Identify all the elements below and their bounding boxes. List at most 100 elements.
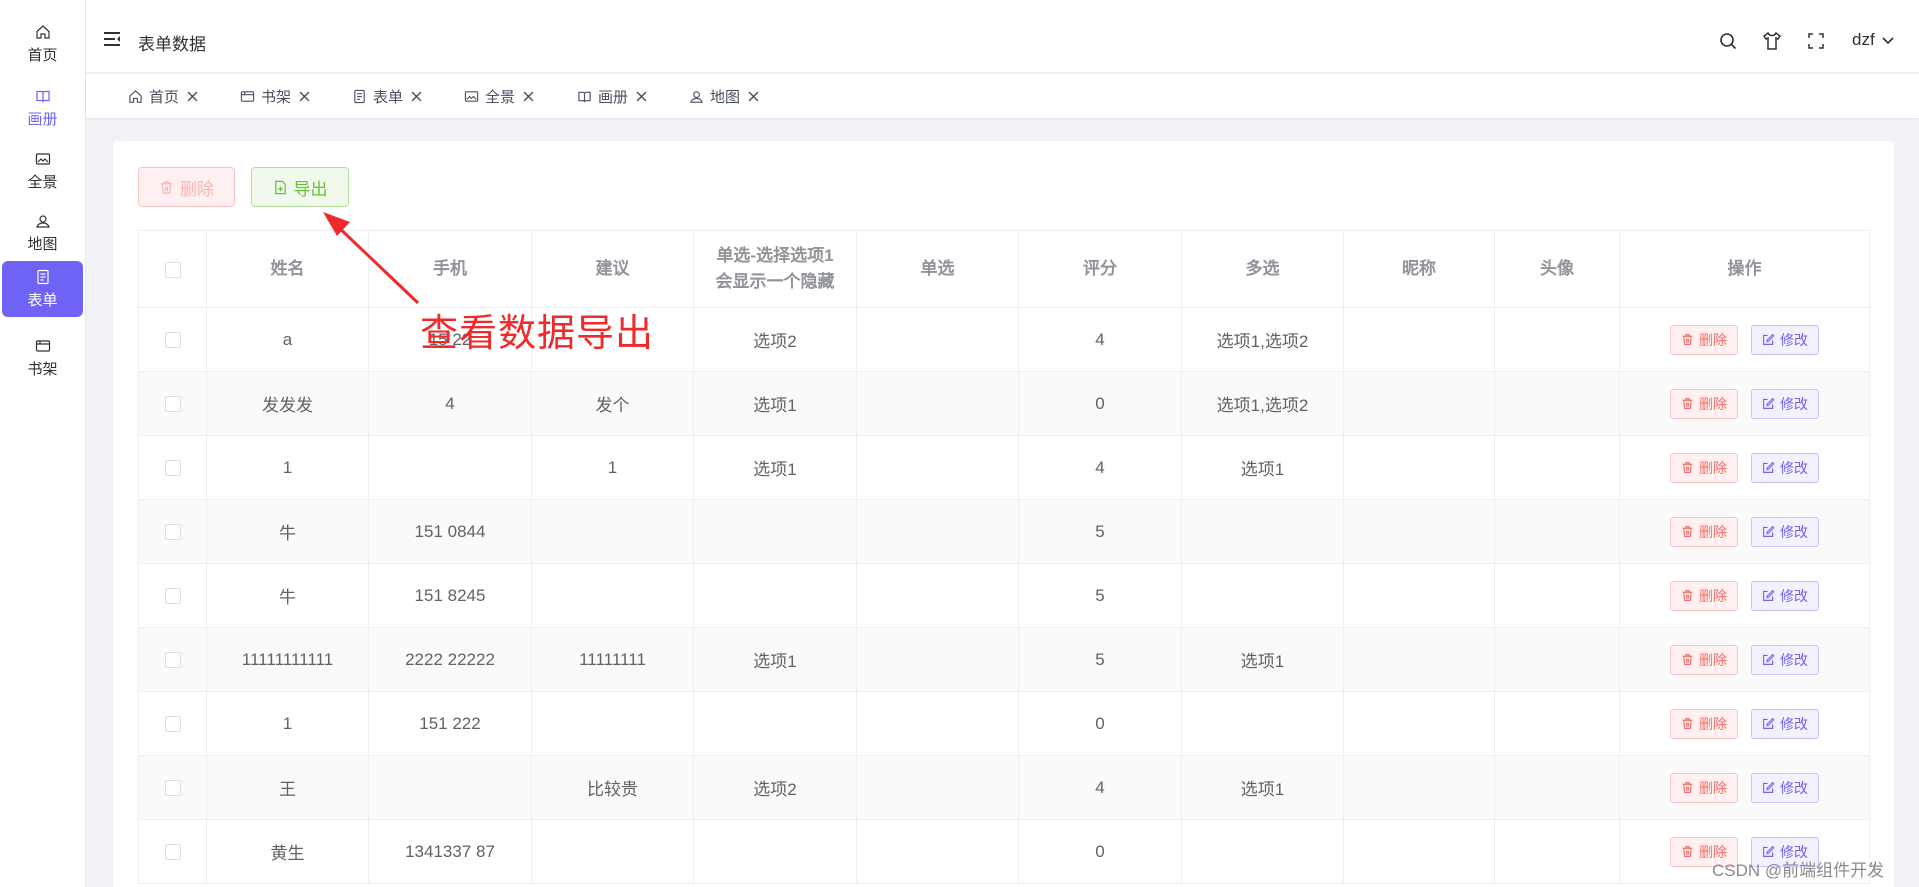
row-checkbox[interactable] xyxy=(164,652,181,669)
row-checkbox[interactable] xyxy=(164,524,181,541)
cell-avatar xyxy=(1494,307,1620,372)
row-delete-button[interactable]: 删除 xyxy=(1670,580,1738,611)
menu-toggle-icon[interactable] xyxy=(104,32,120,46)
row-select-cell[interactable] xyxy=(138,307,207,372)
row-edit-button[interactable]: 修改 xyxy=(1751,580,1819,611)
tab-form[interactable]: 表单 xyxy=(352,86,422,107)
close-icon[interactable] xyxy=(411,91,422,102)
cell-phone: 1341337 87 xyxy=(368,819,532,884)
column-header: 昵称 xyxy=(1343,230,1495,308)
cell-name: 牛 xyxy=(206,563,369,628)
row-delete-button[interactable]: 删除 xyxy=(1670,388,1738,419)
cell-multi xyxy=(1181,819,1344,884)
row-delete-button[interactable]: 删除 xyxy=(1670,644,1738,675)
row-select-cell[interactable] xyxy=(138,435,207,500)
row-select-cell[interactable] xyxy=(138,755,207,820)
row-delete-label: 删除 xyxy=(1699,523,1727,540)
chevron-down-icon xyxy=(1882,37,1894,45)
tab-panorama[interactable]: 全景 xyxy=(464,86,534,107)
tab-album[interactable]: 画册 xyxy=(577,86,647,107)
cell-actions: 删除 修改 xyxy=(1619,755,1870,820)
sidebar-item-panorama[interactable]: 全景 xyxy=(2,143,83,199)
trash-icon xyxy=(1682,782,1693,793)
cell-phone: 4 xyxy=(368,371,532,436)
close-icon[interactable] xyxy=(187,91,198,102)
row-edit-button[interactable]: 修改 xyxy=(1751,708,1819,739)
row-edit-button[interactable]: 修改 xyxy=(1751,324,1819,355)
search-icon[interactable] xyxy=(1718,31,1738,51)
close-icon[interactable] xyxy=(523,91,534,102)
row-edit-button[interactable]: 修改 xyxy=(1751,772,1819,803)
row-edit-label: 修改 xyxy=(1780,779,1808,796)
cell-actions: 删除 修改 xyxy=(1619,627,1870,692)
tab-label: 全景 xyxy=(485,89,516,106)
cell-nickname xyxy=(1343,435,1495,500)
sidebar-item-home[interactable]: 首页 xyxy=(2,16,83,72)
tab-map[interactable]: 地图 xyxy=(689,86,759,107)
cell-radio xyxy=(856,371,1019,436)
row-select-cell[interactable] xyxy=(138,563,207,628)
cell-actions: 删除 修改 xyxy=(1619,435,1870,500)
close-icon[interactable] xyxy=(748,91,759,102)
cell-name: 黄生 xyxy=(206,819,369,884)
row-checkbox[interactable] xyxy=(164,332,181,349)
cell-score: 4 xyxy=(1018,755,1182,820)
row-delete-button[interactable]: 删除 xyxy=(1670,772,1738,803)
edit-icon xyxy=(1763,461,1775,473)
column-header: 头像 xyxy=(1494,230,1620,308)
row-checkbox[interactable] xyxy=(164,780,181,797)
row-checkbox[interactable] xyxy=(164,716,181,733)
cell-suggest xyxy=(531,563,694,628)
tab-bar: 首页 书架 表单 全景 画册 地图 xyxy=(86,74,1919,118)
select-all-cell[interactable] xyxy=(138,230,207,308)
close-icon[interactable] xyxy=(636,91,647,102)
row-select-cell[interactable] xyxy=(138,499,207,564)
row-checkbox[interactable] xyxy=(164,396,181,413)
row-select-cell[interactable] xyxy=(138,371,207,436)
header-line: 单选-选择选项1 xyxy=(716,246,834,265)
user-menu[interactable]: dzf xyxy=(1852,30,1895,50)
row-edit-button[interactable]: 修改 xyxy=(1751,516,1819,547)
sidebar-item-form[interactable]: 表单 xyxy=(2,261,83,317)
row-select-cell[interactable] xyxy=(138,691,207,756)
table-row: 1 1 选项1 4 选项1 删除 修改 xyxy=(138,435,1870,500)
sidebar-item-bookshelf[interactable]: 书架 xyxy=(2,330,83,386)
cell-radio-hidden xyxy=(693,563,857,628)
close-icon[interactable] xyxy=(299,91,310,102)
row-delete-button[interactable]: 删除 xyxy=(1670,516,1738,547)
cell-multi: 选项1,选项2 xyxy=(1181,307,1344,372)
row-select-cell[interactable] xyxy=(138,819,207,884)
row-delete-label: 删除 xyxy=(1699,779,1727,796)
row-delete-button[interactable]: 删除 xyxy=(1670,708,1738,739)
row-delete-button[interactable]: 删除 xyxy=(1670,452,1738,483)
table-row: 11111111111 2222 22222 11111111 选项1 5 选项1 删除 修改 xyxy=(138,627,1870,692)
export-button[interactable]: 导出 xyxy=(251,167,349,207)
row-checkbox[interactable] xyxy=(164,844,181,861)
row-delete-label: 删除 xyxy=(1699,331,1727,348)
tab-home[interactable]: 首页 xyxy=(128,86,198,107)
row-checkbox[interactable] xyxy=(164,588,181,605)
cell-radio-hidden: 选项1 xyxy=(693,435,857,500)
cell-name: 牛 xyxy=(206,499,369,564)
row-edit-button[interactable]: 修改 xyxy=(1751,452,1819,483)
row-delete-button[interactable]: 删除 xyxy=(1670,324,1738,355)
row-checkbox[interactable] xyxy=(164,460,181,477)
fullscreen-icon[interactable] xyxy=(1806,31,1826,51)
theme-shirt-icon[interactable] xyxy=(1762,31,1782,51)
sidebar-item-map[interactable]: 地图 xyxy=(2,205,83,261)
sidebar-item-label: 首页 xyxy=(27,46,58,64)
data-table: 姓名 手机 建议 单选-选择选项1 会显示一个隐藏 单选 评分 多选 昵称 头像 … xyxy=(138,230,1870,884)
cell-radio xyxy=(856,563,1019,628)
row-select-cell[interactable] xyxy=(138,627,207,692)
bookshelf-icon xyxy=(35,339,50,352)
form-icon xyxy=(354,89,365,104)
sidebar-item-album[interactable]: 画册 xyxy=(2,80,83,136)
tab-label: 书架 xyxy=(261,89,292,106)
batch-delete-button[interactable]: 删除 xyxy=(138,167,235,207)
row-edit-button[interactable]: 修改 xyxy=(1751,644,1819,675)
cell-nickname xyxy=(1343,819,1495,884)
row-edit-button[interactable]: 修改 xyxy=(1751,388,1819,419)
select-all-checkbox[interactable] xyxy=(164,261,181,278)
row-delete-label: 删除 xyxy=(1699,651,1727,668)
tab-bookshelf[interactable]: 书架 xyxy=(240,86,310,107)
